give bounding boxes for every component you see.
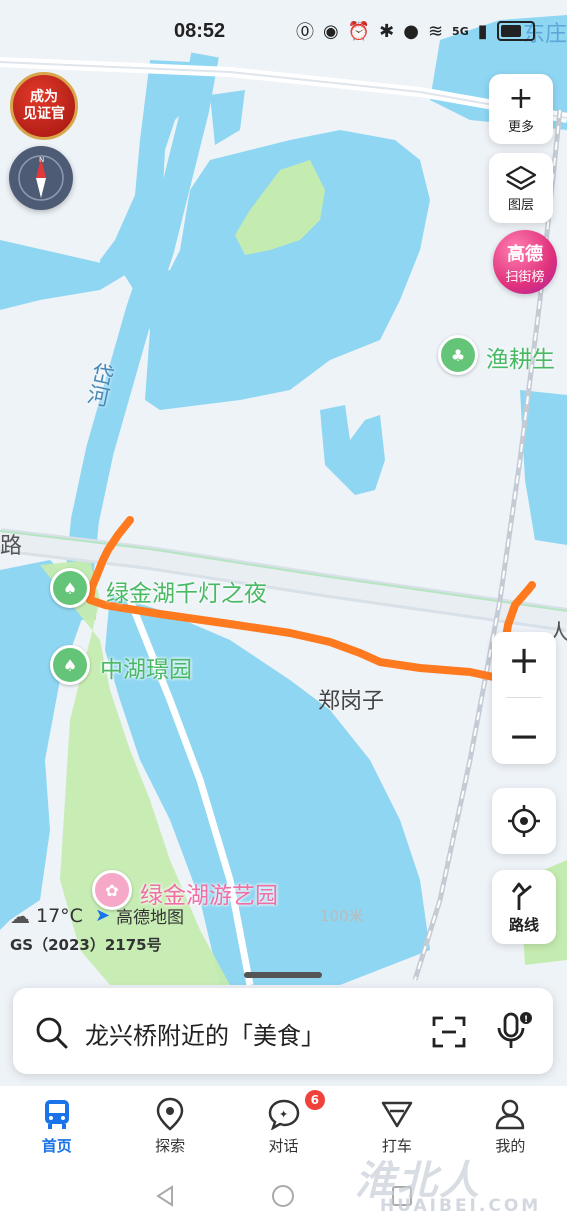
temperature: 17°C (36, 904, 83, 927)
status-bar: 08:52 ⓪ ◉ ⏰ ✱ ● ≋ 5G ▮ (0, 0, 567, 60)
svg-text:!: ! (524, 1015, 528, 1025)
badge-line-2: 见证官 (23, 106, 65, 122)
zoom-in-button[interactable]: + (508, 641, 540, 679)
zoom-divider (506, 697, 542, 699)
gaode-arrow-icon: ➤ (94, 905, 111, 926)
poi-label-yugengsheng[interactable]: 渔耕生 (486, 340, 555, 374)
brand-label: 高德地图 (116, 908, 185, 928)
map-license: GS（2023）2175号 (10, 936, 162, 954)
scan-icon[interactable] (431, 1014, 467, 1050)
road-label-left: 路 (0, 534, 23, 559)
wifi-icon: ≋ (427, 20, 444, 42)
bottom-tab-bar: 首页 探索 ✦ 6 对话 打车 我的 (0, 1086, 567, 1166)
home-icon[interactable] (271, 1184, 295, 1208)
signal-icon: ▮ (477, 20, 488, 42)
location-icon: ● (403, 20, 419, 42)
route-label: 路线 (508, 915, 539, 934)
tab-chat[interactable]: ✦ 6 对话 (227, 1086, 340, 1166)
gaode-rank-subtitle: 扫街榜 (505, 269, 545, 285)
gaode-rank-title: 高德 (507, 243, 543, 265)
poi-label-lvjinhu-night[interactable]: 绿金湖千灯之夜 (106, 574, 267, 608)
poi-label-zhonghu[interactable]: 中湖璟园 (100, 650, 192, 684)
bus-icon (40, 1097, 74, 1131)
sheet-handle[interactable] (244, 972, 322, 978)
route-turn-icon (511, 882, 532, 910)
bluetooth-icon: ✱ (379, 20, 395, 42)
back-icon[interactable] (154, 1184, 178, 1208)
weather-widget[interactable]: ☁ 17°C ➤ 高德地图 (10, 903, 185, 929)
status-time: 08:52 (174, 20, 226, 42)
cloud-icon: ☁ (10, 903, 30, 928)
battery-icon (496, 21, 535, 41)
alarm-icon: ⏰ (347, 20, 371, 42)
status-icons: ⓪ ◉ ⏰ ✱ ● ≋ 5G ▮ (296, 18, 535, 44)
layers-label: 图层 (507, 197, 534, 213)
route-button[interactable]: 路线 (492, 870, 556, 944)
chat-icon: ✦ (267, 1097, 301, 1131)
witness-badge-button[interactable]: 成为 见证官 (10, 72, 78, 140)
search-icon (36, 1017, 68, 1049)
zoom-controls: + − (492, 632, 556, 764)
compass-button[interactable]: N (9, 146, 73, 210)
badge-line-1: 成为 (30, 89, 58, 105)
poi-tree-icon[interactable]: ♠ (50, 645, 90, 685)
place-label-zhenggangzi: 郑岗子 (318, 689, 385, 714)
zoom-out-button[interactable]: − (508, 717, 540, 755)
locate-button[interactable] (492, 788, 556, 854)
search-bar[interactable]: 龙兴桥附近的「美食」 ! (13, 988, 553, 1074)
more-label: 更多 (507, 119, 534, 135)
layers-button[interactable]: 图层 (489, 153, 553, 223)
taxi-icon (380, 1097, 414, 1131)
svg-text:✦: ✦ (279, 1108, 288, 1121)
user-icon (493, 1097, 527, 1131)
tab-explore[interactable]: 探索 (113, 1086, 226, 1166)
poi-tree-icon[interactable]: ♠ (50, 568, 90, 608)
tab-home[interactable]: 首页 (0, 1086, 113, 1166)
tab-profile-label: 我的 (495, 1136, 526, 1155)
plus-icon: + (508, 80, 534, 116)
network-type: 5G (452, 24, 469, 38)
data-icon: ⓪ (296, 22, 314, 43)
tab-explore-label: 探索 (155, 1136, 186, 1155)
compass-icon: N (18, 155, 64, 201)
layers-icon (505, 165, 537, 190)
search-input[interactable]: 龙兴桥附近的「美食」 (85, 1016, 325, 1051)
more-button[interactable]: + 更多 (489, 74, 553, 144)
tab-home-label: 首页 (41, 1136, 72, 1155)
crosshair-icon (508, 805, 540, 837)
eye-icon: ◉ (323, 20, 339, 42)
poi-tree-icon[interactable]: ♣ (438, 335, 478, 375)
microphone-icon[interactable]: ! (495, 1010, 535, 1052)
svg-text:N: N (39, 156, 44, 164)
chat-unread-badge: 6 (304, 1090, 325, 1110)
tab-chat-label: 对话 (268, 1136, 299, 1155)
scale-label: 100米 (320, 907, 364, 925)
location-pin-icon (153, 1097, 187, 1131)
gaode-street-rank-button[interactable]: 高德 扫街榜 (493, 230, 557, 294)
watermark-domain: HUAIBEI.COM (380, 1196, 542, 1216)
